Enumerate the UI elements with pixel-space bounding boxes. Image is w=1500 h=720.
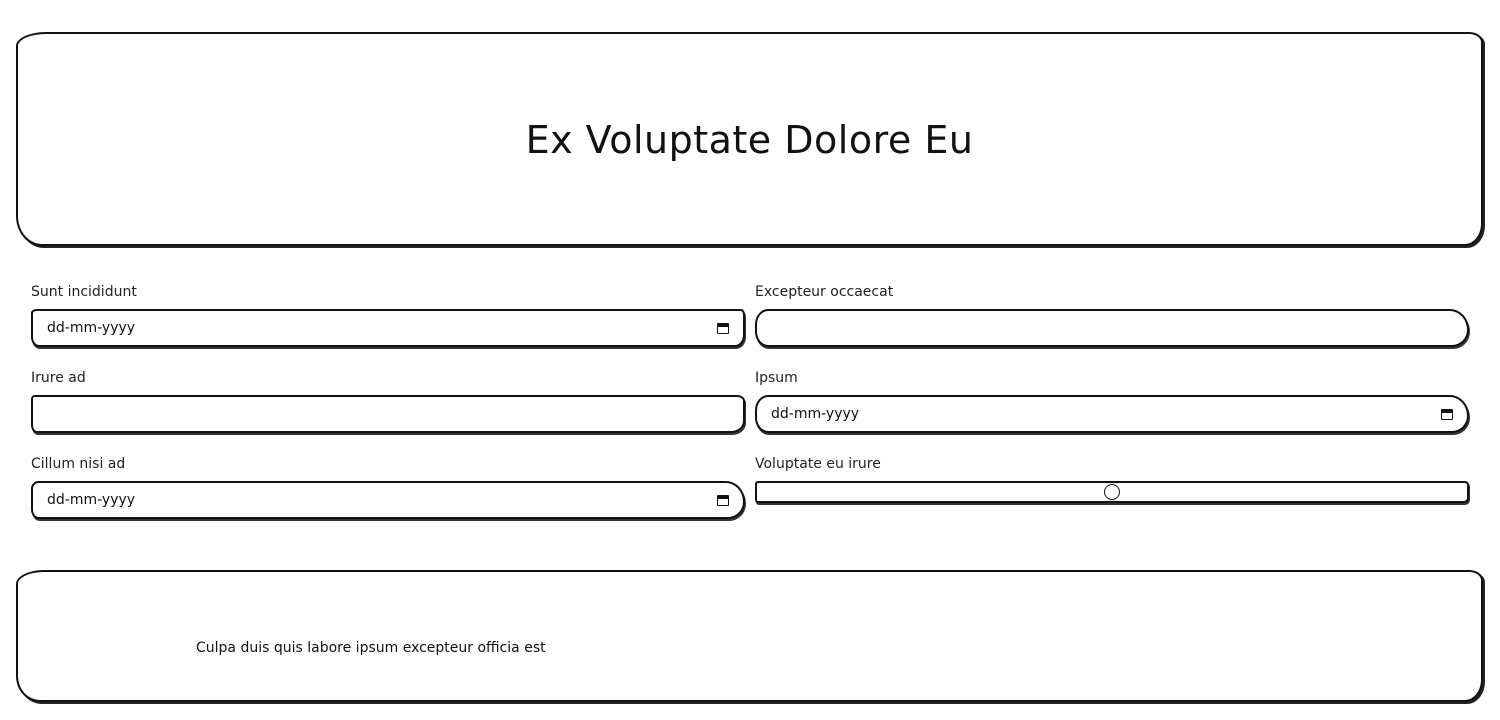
date-placeholder: dd-mm-yyyy [47, 320, 136, 336]
field-label: Irure ad [31, 370, 86, 386]
range-slider-voluptate-eu-irure[interactable] [755, 481, 1469, 503]
field-ipsum: Ipsum dd-mm-yyyy [755, 370, 1469, 433]
date-placeholder: dd-mm-yyyy [47, 492, 136, 508]
field-irure-ad: Irure ad [31, 370, 745, 433]
footer-text: Culpa duis quis labore ipsum excepteur o… [196, 640, 546, 656]
text-input-excepteur-occaecat[interactable] [755, 309, 1469, 347]
field-label: Sunt incididunt [31, 284, 137, 300]
field-label: Excepteur occaecat [755, 284, 894, 300]
header-panel: Ex Voluptate Dolore Eu [16, 32, 1483, 246]
field-label: Cillum nisi ad [31, 456, 126, 472]
date-input-cillum-nisi-ad[interactable]: dd-mm-yyyy [31, 481, 745, 519]
field-excepteur-occaecat: Excepteur occaecat [755, 284, 1469, 347]
footer-panel: Culpa duis quis labore ipsum excepteur o… [16, 570, 1483, 702]
field-label: Voluptate eu irure [755, 456, 881, 472]
date-placeholder: dd-mm-yyyy [771, 406, 860, 422]
field-voluptate-eu-irure: Voluptate eu irure [755, 456, 1469, 503]
calendar-icon[interactable] [717, 494, 729, 506]
field-cillum-nisi-ad: Cillum nisi ad dd-mm-yyyy [31, 456, 745, 519]
text-input-irure-ad[interactable] [31, 395, 745, 433]
range-slider-thumb[interactable] [1104, 484, 1120, 500]
field-sunt-incididunt: Sunt incididunt dd-mm-yyyy [31, 284, 745, 347]
calendar-icon[interactable] [717, 322, 729, 334]
field-label: Ipsum [755, 370, 798, 386]
date-input-ipsum[interactable]: dd-mm-yyyy [755, 395, 1469, 433]
page-title: Ex Voluptate Dolore Eu [525, 118, 974, 162]
calendar-icon[interactable] [1441, 408, 1453, 420]
date-input-sunt-incididunt[interactable]: dd-mm-yyyy [31, 309, 745, 347]
